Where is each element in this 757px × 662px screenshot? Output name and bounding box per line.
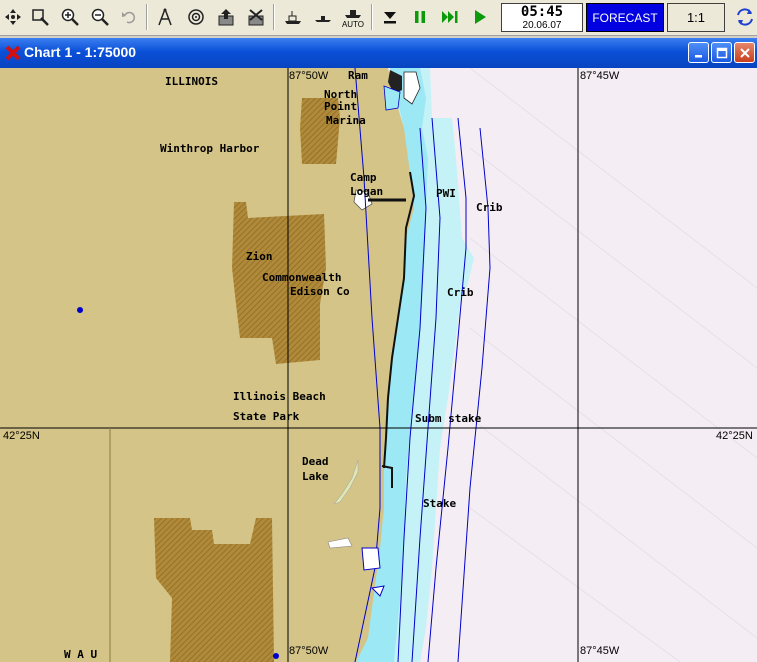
latitude-label: 42°25N xyxy=(3,430,40,442)
main-toolbar: AUTO 05:45 20.06.07 FORECAST 1:1 xyxy=(0,0,757,36)
app-logo-icon xyxy=(5,45,21,61)
download-button[interactable] xyxy=(377,3,403,31)
longitude-label: 87°45W xyxy=(580,70,620,82)
zoom-window-button[interactable] xyxy=(27,3,53,31)
fast-forward-button[interactable] xyxy=(437,3,463,31)
map-label: Ram xyxy=(348,69,368,82)
fast-forward-icon xyxy=(442,11,458,23)
map-label: Stake xyxy=(423,497,457,510)
clear-icon xyxy=(248,9,264,26)
map-label: ILLINOIS xyxy=(165,75,218,88)
clock-date: 20.06.07 xyxy=(522,20,562,31)
window-title: Chart 1 - 1:75000 xyxy=(24,44,137,60)
close-icon xyxy=(739,47,750,58)
play-button[interactable] xyxy=(467,3,493,31)
maximize-icon xyxy=(716,47,727,58)
map-label: Camp xyxy=(350,171,377,184)
undo-icon xyxy=(122,11,136,24)
minimize-button[interactable] xyxy=(688,42,709,63)
map-label: PWI xyxy=(436,187,456,200)
sync-button[interactable] xyxy=(732,3,757,31)
waypoint-dot[interactable] xyxy=(273,653,279,659)
zoom-in-button[interactable] xyxy=(57,3,83,31)
auto-label: AUTO xyxy=(341,19,365,29)
map-label: Edison Co xyxy=(290,285,350,298)
map-label: Point xyxy=(324,100,358,113)
play-icon xyxy=(475,10,486,24)
minimize-icon xyxy=(694,54,702,57)
auto-ship-icon xyxy=(345,9,361,18)
auto-ship-button[interactable]: AUTO xyxy=(338,3,368,31)
zoom-window-icon xyxy=(32,9,49,26)
waukegan-harbor xyxy=(361,547,381,571)
download-icon xyxy=(384,12,396,24)
export-button[interactable] xyxy=(213,3,239,31)
map-label: Logan xyxy=(350,185,384,198)
clock-time: 05:45 xyxy=(520,4,564,20)
move-icon xyxy=(5,9,21,25)
target-icon xyxy=(188,9,204,25)
map-label: Illinois Beach xyxy=(233,390,326,403)
compass-icon xyxy=(158,8,172,26)
close-button[interactable] xyxy=(734,42,755,63)
zoom-out-icon xyxy=(91,8,109,26)
zoom-out-button[interactable] xyxy=(87,3,113,31)
latitude-label: 42°25N xyxy=(716,430,753,442)
map-label: W A U xyxy=(64,648,98,661)
export-icon xyxy=(218,9,234,26)
map-label: Commonwealth xyxy=(262,271,342,284)
clock-display: 05:45 20.06.07 xyxy=(501,3,583,32)
ship-button[interactable] xyxy=(310,3,336,31)
map-label: State Park xyxy=(233,410,300,423)
ship-dock-icon xyxy=(285,11,301,24)
ship-icon xyxy=(315,16,331,22)
nautical-chart[interactable]: 87°50W 87°45W 42°25N 42°25N 87°50W 87°45… xyxy=(0,68,757,662)
clear-button[interactable] xyxy=(243,3,269,31)
longitude-label: 87°50W xyxy=(289,645,329,657)
chart-canvas[interactable] xyxy=(0,68,757,662)
pause-button[interactable] xyxy=(407,3,433,31)
map-label: Dead xyxy=(302,455,329,468)
sync-icon xyxy=(737,8,753,26)
maximize-button[interactable] xyxy=(711,42,732,63)
longitude-label: 87°45W xyxy=(580,645,620,657)
map-label: Crib xyxy=(476,201,503,214)
chart-window-titlebar[interactable]: Chart 1 - 1:75000 xyxy=(0,38,757,68)
map-label: Subm stake xyxy=(415,412,482,425)
map-label: Marina xyxy=(326,114,366,127)
map-label: Lake xyxy=(302,470,329,483)
zoom-in-icon xyxy=(61,8,79,26)
compass-button[interactable] xyxy=(152,3,178,31)
forecast-button[interactable]: FORECAST xyxy=(586,3,664,32)
pause-icon xyxy=(415,11,425,23)
waypoint-dot[interactable] xyxy=(77,307,83,313)
map-label: Winthrop Harbor xyxy=(160,142,260,155)
time-scale-button[interactable]: 1:1 xyxy=(667,3,725,32)
move-tool-button[interactable] xyxy=(0,3,26,31)
map-label: Crib xyxy=(447,286,474,299)
longitude-label: 87°50W xyxy=(289,70,329,82)
ship-dock-button[interactable] xyxy=(280,3,306,31)
undo-button[interactable] xyxy=(116,3,142,31)
map-label: Zion xyxy=(246,250,273,263)
target-button[interactable] xyxy=(183,3,209,31)
